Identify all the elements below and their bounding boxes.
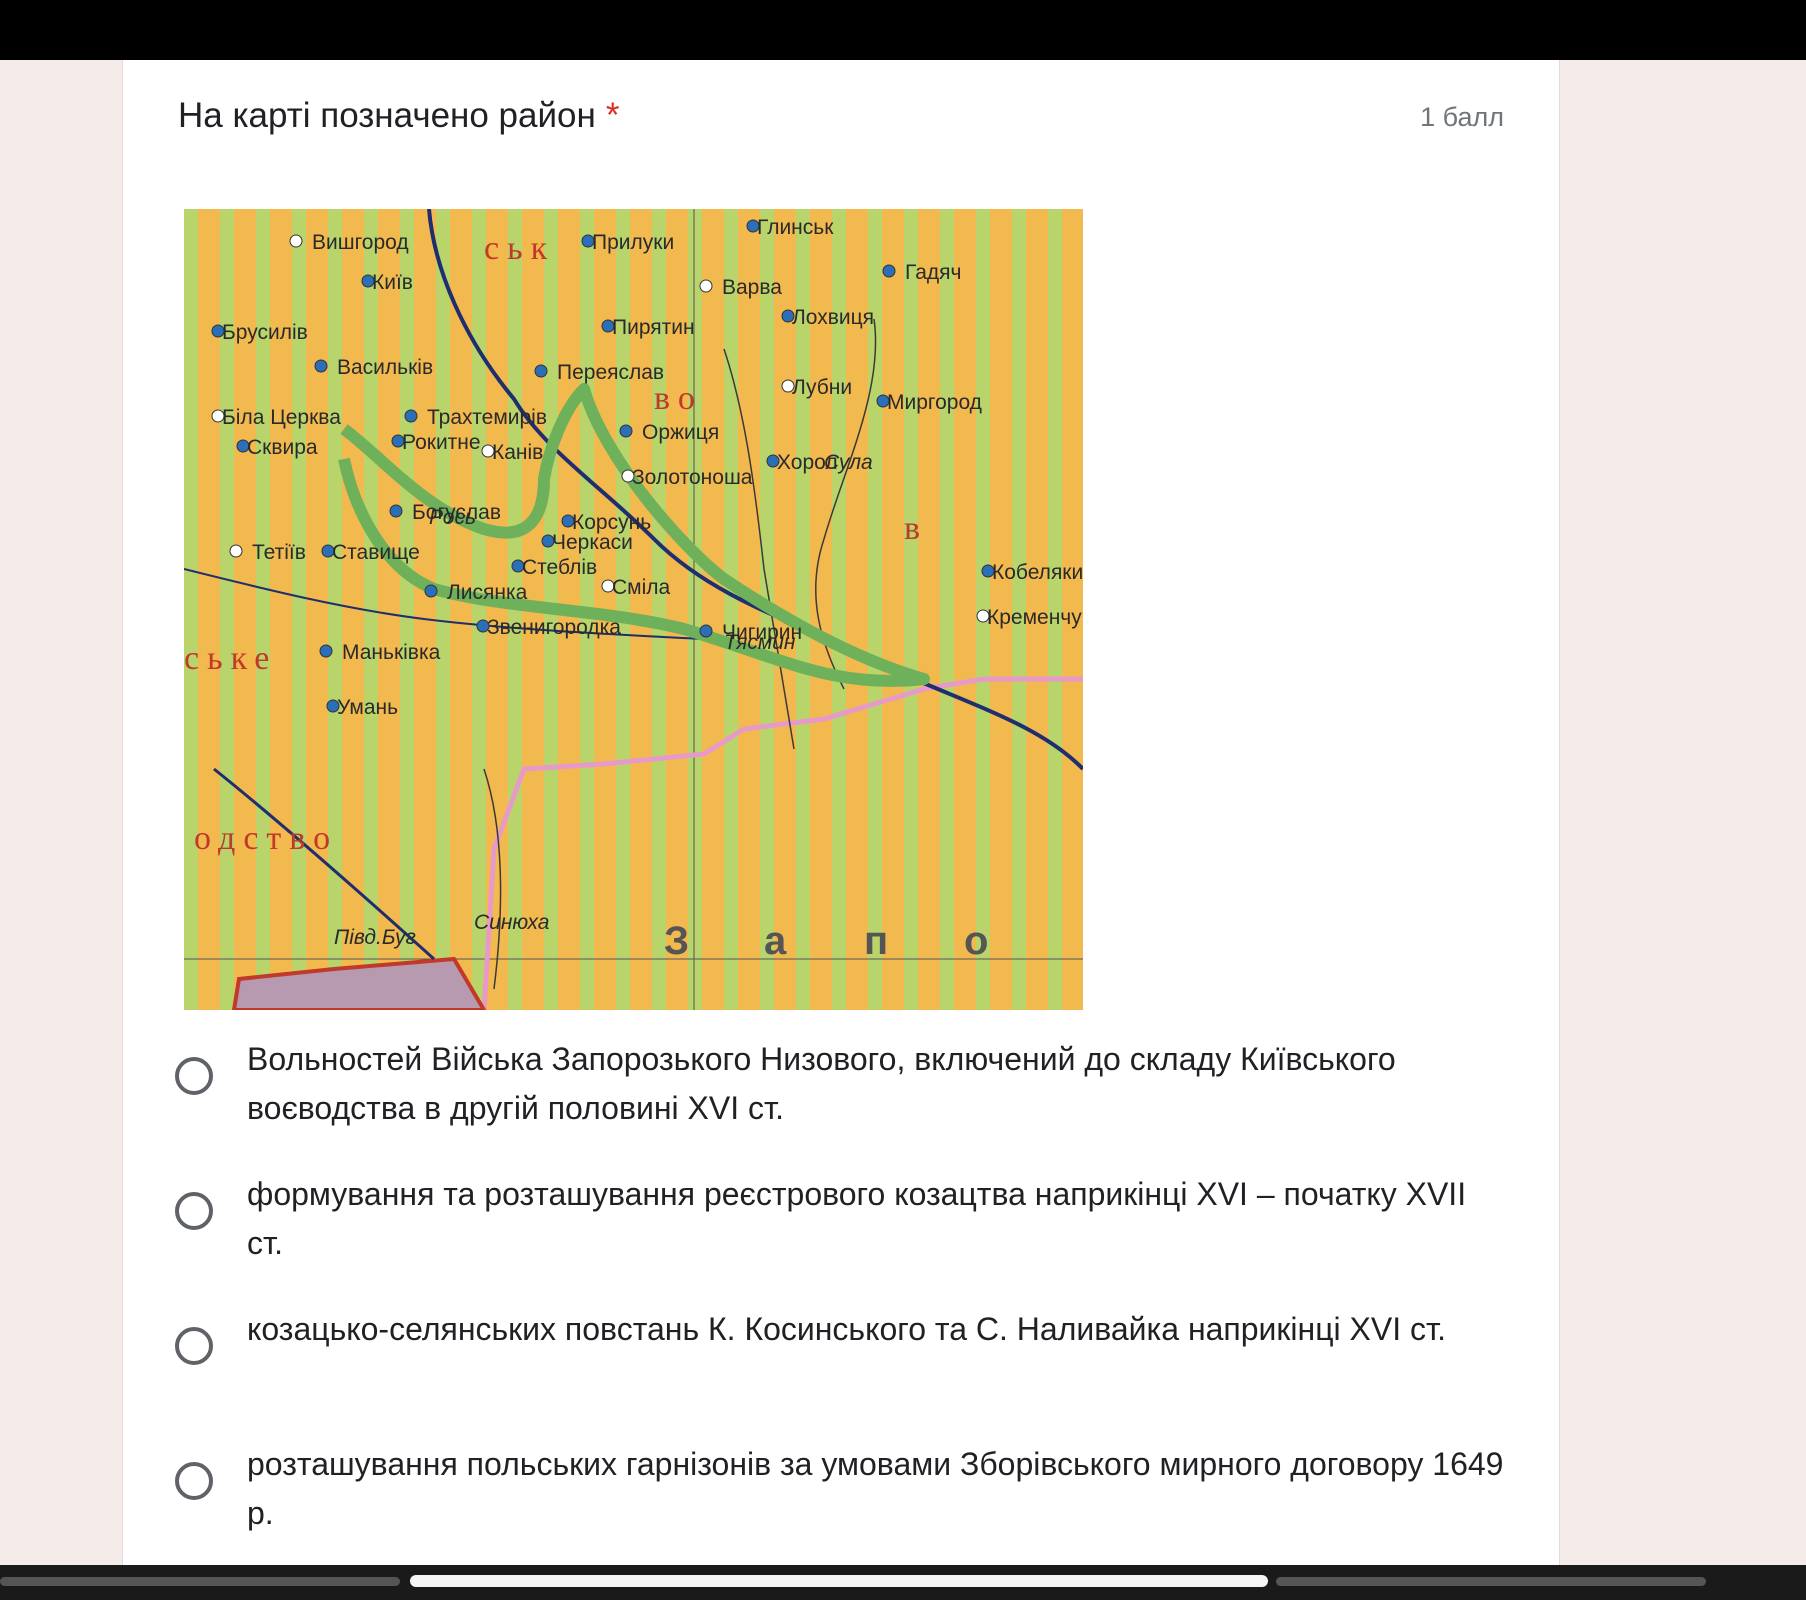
map-city-marker <box>319 644 333 658</box>
option-label: Вольностей Війська Запорозького Низового… <box>247 1041 1396 1126</box>
map-region-label: во <box>654 380 703 417</box>
map-city-label: Рокитне <box>402 431 481 454</box>
map-city-label: Лохвиця <box>792 306 874 329</box>
top-black-bar <box>0 0 1806 60</box>
question-title: На карті позначено район * <box>178 96 619 136</box>
question-text: На карті позначено район <box>178 96 596 135</box>
bottom-scroll-bar <box>0 1565 1806 1600</box>
map-city-label: Кременчук <box>987 606 1083 629</box>
map-city-marker <box>314 359 328 373</box>
radio-button[interactable] <box>175 1057 213 1095</box>
map-city-label: Біла Церква <box>222 406 341 429</box>
map-city-label: Черкаси <box>552 531 633 554</box>
map-city-marker <box>534 364 548 378</box>
map-city-label: Прилуки <box>592 231 674 254</box>
question-card: На карті позначено район * 1 балл ськ сь… <box>122 60 1560 1565</box>
map-city-label: Глинськ <box>757 216 834 239</box>
map-city-label: Ставище <box>332 541 420 564</box>
map-city-marker <box>882 264 896 278</box>
map-city-marker <box>389 504 403 518</box>
scroll-track-right <box>1276 1577 1706 1586</box>
map-city-label: Оржиця <box>642 421 719 444</box>
radio-button[interactable] <box>175 1327 213 1365</box>
map-city-label: Сквира <box>247 436 318 459</box>
map-region-label: ське <box>184 640 277 677</box>
map-city-marker <box>699 279 713 293</box>
map-river-label: Тясмин <box>724 631 796 654</box>
map-region-label: ськ <box>484 230 555 267</box>
radio-button[interactable] <box>175 1462 213 1500</box>
map-big-label: п <box>864 919 888 963</box>
radio-button[interactable] <box>175 1192 213 1230</box>
map-region-label: в <box>904 510 928 547</box>
map-city-marker <box>424 584 438 598</box>
map-city-label: Гадяч <box>905 261 961 284</box>
map-city-label: Вишгород <box>312 231 409 254</box>
map-big-label: а <box>764 919 787 963</box>
map-city-label: Лисянка <box>447 581 528 604</box>
map-city-marker <box>289 234 303 248</box>
map-city-label: Золотоноша <box>632 466 753 489</box>
map-city-label: Переяслав <box>557 361 664 384</box>
required-asterisk: * <box>605 96 620 135</box>
map-river-label: Синюха <box>474 911 549 934</box>
map-river-label: Півд.Буг <box>334 926 416 949</box>
map-city-label: Лубни <box>792 376 852 399</box>
map-city-label: Стеблів <box>522 556 597 579</box>
map-city-label: Тетіїв <box>252 541 306 564</box>
map-city-marker <box>699 624 713 638</box>
map-city-marker <box>404 409 418 423</box>
map-big-label: З <box>664 919 689 963</box>
option-label: розташування польських гарнізонів за умо… <box>247 1446 1504 1531</box>
map-city-label: Канів <box>492 441 543 464</box>
map-region-label: одство <box>194 820 338 857</box>
map-city-label: Васильків <box>337 356 433 379</box>
map-city-marker <box>619 424 633 438</box>
map-river-label: Сула <box>824 451 873 474</box>
map-city-label: Пирятин <box>612 316 695 339</box>
points-label: 1 балл <box>1420 102 1504 132</box>
scroll-thumb[interactable] <box>410 1575 1268 1587</box>
map-city-label: Сміла <box>612 576 671 599</box>
option-label: формування та розташування реєстрового к… <box>247 1176 1467 1261</box>
map-city-label: Трахтемирів <box>427 406 547 429</box>
option-label: козацько-селянських повстань К. Косинськ… <box>247 1311 1446 1347</box>
map-big-label: о <box>964 919 988 963</box>
map-city-label: Брусилів <box>222 321 308 344</box>
map-city-label: Кобеляки <box>992 561 1083 584</box>
map-city-label: Миргород <box>887 391 982 414</box>
map-city-label: Звенигородка <box>487 616 621 639</box>
map-city-label: Київ <box>372 271 413 294</box>
map-river-label: Рось <box>429 506 476 529</box>
question-map-image: ськ ське одство во в З а п о Вишгород Киї… <box>184 209 1083 1010</box>
map-city-label: Умань <box>337 696 398 719</box>
map-city-label: Маньківка <box>342 641 441 664</box>
map-city-marker <box>229 544 243 558</box>
map-city-label: Варва <box>722 276 782 299</box>
scroll-track-left <box>0 1577 400 1586</box>
